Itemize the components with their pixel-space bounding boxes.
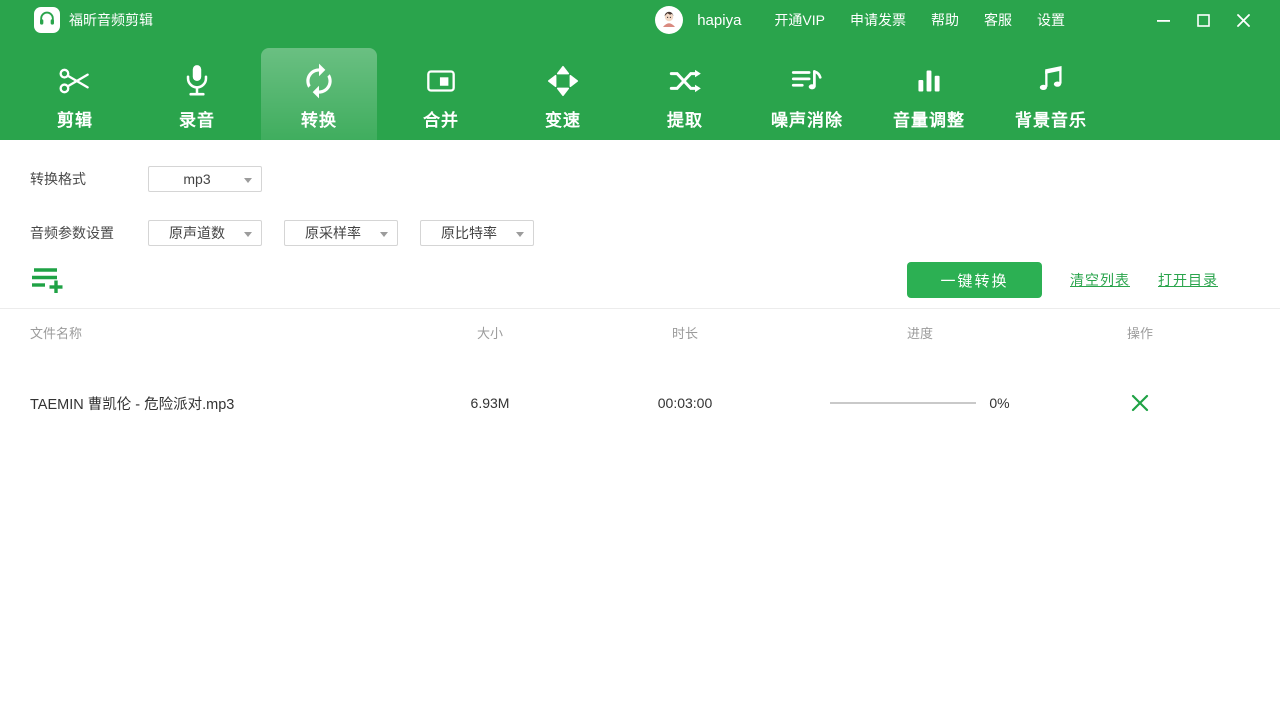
- file-table-row: TAEMIN 曹凯伦 - 危险派对.mp3 6.93M 00:03:00 0%: [0, 375, 1280, 431]
- toolbar: 剪辑 录音 转换 合并: [0, 40, 1280, 140]
- bitrate-select[interactable]: 原比特率: [420, 220, 534, 246]
- tab-convert[interactable]: 转换: [261, 48, 377, 140]
- file-duration: 00:03:00: [560, 395, 810, 411]
- menu-item-help[interactable]: 帮助: [931, 10, 959, 30]
- header-file-name: 文件名称: [30, 323, 420, 342]
- tab-noise-removal[interactable]: 噪声消除: [749, 48, 865, 140]
- convert-icon: [300, 62, 338, 100]
- channels-select-value: 原声道数: [169, 223, 225, 243]
- convert-panel: 转换格式 mp3 音频参数设置 原声道数 原采样率 原比特率: [0, 140, 1280, 720]
- merge-icon: [422, 62, 460, 100]
- chevron-down-icon: [380, 232, 388, 237]
- background-music-icon: [1032, 62, 1070, 100]
- tab-record[interactable]: 录音: [139, 48, 255, 140]
- progress-percent: 0%: [989, 395, 1009, 411]
- maximize-button[interactable]: [1188, 5, 1218, 35]
- format-label: 转换格式: [30, 169, 148, 189]
- tab-label: 变速: [545, 106, 581, 131]
- convert-all-button[interactable]: 一键转换: [907, 262, 1042, 298]
- tab-label: 录音: [179, 106, 215, 131]
- sample-rate-select-value: 原采样率: [305, 223, 361, 243]
- menu-item-vip[interactable]: 开通VIP: [774, 10, 825, 30]
- bitrate-select-value: 原比特率: [441, 223, 497, 243]
- tab-label: 音量调整: [893, 106, 965, 131]
- tab-label: 背景音乐: [1015, 106, 1087, 131]
- minimize-button[interactable]: [1148, 5, 1178, 35]
- menu-item-support[interactable]: 客服: [984, 10, 1012, 30]
- titlebar: 福昕音频剪辑 hapiya 开通VIP 申请发票 帮助 客服 设置: [0, 0, 1280, 40]
- user-avatar[interactable]: [655, 6, 683, 34]
- params-label: 音频参数设置: [30, 223, 148, 243]
- username[interactable]: hapiya: [697, 12, 741, 29]
- remove-file-button[interactable]: [1130, 393, 1150, 413]
- file-progress: 0%: [810, 395, 1030, 411]
- scissors-icon: [56, 62, 94, 100]
- tab-label: 剪辑: [57, 106, 93, 131]
- channels-select[interactable]: 原声道数: [148, 220, 262, 246]
- x-icon: [1131, 394, 1149, 412]
- window-controls: [1138, 5, 1258, 35]
- app-logo: [34, 7, 60, 33]
- menu-item-invoice[interactable]: 申请发票: [850, 10, 906, 30]
- header-size: 大小: [420, 323, 560, 342]
- open-folder-link[interactable]: 打开目录: [1158, 270, 1218, 290]
- close-icon: [1237, 14, 1250, 27]
- tab-volume-adjust[interactable]: 音量调整: [871, 48, 987, 140]
- chevron-down-icon: [516, 232, 524, 237]
- header-action: 操作: [1030, 323, 1250, 342]
- file-table-header: 文件名称 大小 时长 进度 操作: [0, 309, 1280, 355]
- add-files-button[interactable]: [30, 264, 68, 296]
- avatar-cartoon: [657, 8, 681, 32]
- tab-merge[interactable]: 合并: [383, 48, 499, 140]
- file-size: 6.93M: [420, 395, 560, 411]
- extract-icon: [666, 62, 704, 100]
- chevron-down-icon: [244, 232, 252, 237]
- file-name: TAEMIN 曹凯伦 - 危险派对.mp3: [30, 393, 420, 414]
- tab-extract[interactable]: 提取: [627, 48, 743, 140]
- header-duration: 时长: [560, 323, 810, 342]
- titlebar-menu: 开通VIP 申请发票 帮助 客服 设置: [774, 10, 1090, 30]
- playlist-add-icon: [30, 265, 66, 295]
- header-progress: 进度: [810, 323, 1030, 342]
- tab-label: 噪声消除: [771, 106, 843, 131]
- tab-label: 合并: [423, 106, 459, 131]
- format-select[interactable]: mp3: [148, 166, 262, 192]
- tab-label: 提取: [667, 106, 703, 131]
- microphone-icon: [178, 62, 216, 100]
- sample-rate-select[interactable]: 原采样率: [284, 220, 398, 246]
- chevron-down-icon: [244, 178, 252, 183]
- speed-icon: [544, 62, 582, 100]
- noise-removal-icon: [788, 62, 826, 100]
- app-title: 福昕音频剪辑: [69, 10, 153, 30]
- close-button[interactable]: [1228, 5, 1258, 35]
- tab-speed[interactable]: 变速: [505, 48, 621, 140]
- tab-clip[interactable]: 剪辑: [17, 48, 133, 140]
- format-select-value: mp3: [183, 171, 210, 187]
- maximize-icon: [1197, 14, 1210, 27]
- tab-background-music[interactable]: 背景音乐: [993, 48, 1109, 140]
- volume-adjust-icon: [910, 62, 948, 100]
- headphones-icon: [37, 8, 57, 33]
- menu-item-settings[interactable]: 设置: [1037, 10, 1065, 30]
- clear-list-link[interactable]: 清空列表: [1070, 270, 1130, 290]
- file-action: [1030, 393, 1250, 413]
- progress-bar: [830, 402, 976, 404]
- minimize-icon: [1157, 14, 1170, 27]
- tab-label: 转换: [301, 106, 337, 131]
